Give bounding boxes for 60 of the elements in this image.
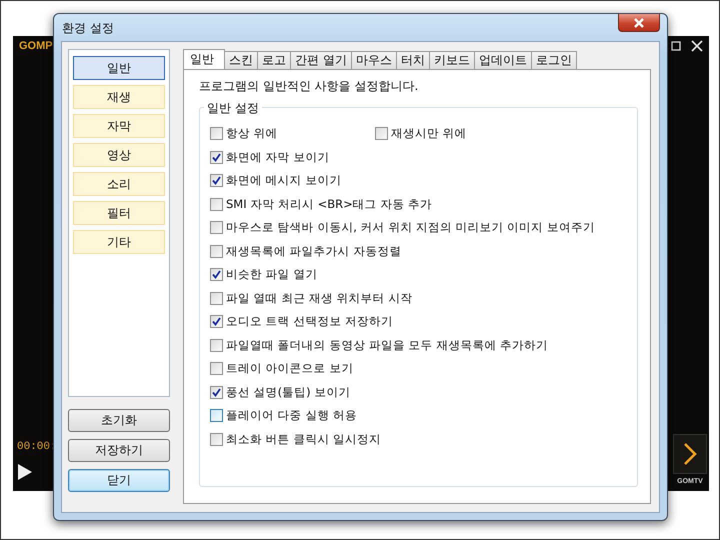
checkbox[interactable] <box>210 315 223 328</box>
time-display: 00:00: <box>17 441 57 453</box>
checkbox[interactable] <box>210 432 223 446</box>
chevron-right-icon[interactable] <box>683 442 697 466</box>
checkbox-label: 최소화 버튼 클릭시 일시정지 <box>226 432 381 447</box>
checkbox-label: 비슷한 파일 열기 <box>226 267 318 282</box>
checkbox-label: SMI 자막 처리시 <BR>태그 자동 추가 <box>226 196 432 212</box>
sidebar-item[interactable]: 기타 <box>73 230 165 254</box>
checkbox-label: 화면에 메시지 보이기 <box>226 173 342 188</box>
checkbox[interactable] <box>210 127 223 140</box>
checkbox[interactable] <box>210 198 223 211</box>
checkbox[interactable] <box>210 338 223 352</box>
checkbox[interactable] <box>210 174 223 188</box>
maximize-icon[interactable] <box>671 41 681 51</box>
tab[interactable]: 마우스 <box>350 51 397 69</box>
tab[interactable]: 터치 <box>396 51 430 69</box>
tab[interactable]: 스킨 <box>224 51 258 69</box>
window-title: 환경 설정 <box>62 20 114 37</box>
tab[interactable]: 일반 <box>183 49 225 69</box>
play-icon[interactable] <box>17 463 33 481</box>
checkbox[interactable] <box>210 221 223 234</box>
close-button[interactable] <box>618 14 660 32</box>
checkbox-label: 플레이어 다중 실행 허용 <box>226 408 357 424</box>
checkbox-label: 파일열때 폴더내의 동영상 파일을 모두 재생목록에 추가하기 <box>226 338 548 353</box>
checkbox-label: 오디오 트랙 선택정보 저장하기 <box>226 314 393 330</box>
push-button[interactable]: 초기화 <box>68 409 170 432</box>
checkbox[interactable] <box>210 362 223 376</box>
push-button[interactable]: 닫기 <box>68 469 170 492</box>
push-button[interactable]: 저장하기 <box>68 439 170 462</box>
checkbox-label: 화면에 자막 보이기 <box>226 150 330 165</box>
checkbox-label: 풍선 설명(툴팁) 보이기 <box>226 384 350 400</box>
checkbox-label: 파일 열때 최근 재생 위치부터 시작 <box>226 290 412 306</box>
checkbox[interactable] <box>210 409 223 422</box>
checkbox[interactable] <box>210 268 223 282</box>
sidebar-item[interactable]: 일반 <box>73 56 165 80</box>
sidebar-item[interactable]: 자막 <box>73 114 165 138</box>
tab[interactable]: 업데이트 <box>474 51 532 69</box>
checkbox[interactable] <box>375 127 388 140</box>
player-logo: GOMP <box>19 40 53 52</box>
checkbox-label: 항상 위에 <box>226 126 278 142</box>
sidebar-item[interactable]: 필터 <box>73 201 165 225</box>
checkbox[interactable] <box>210 386 223 399</box>
sidebar-item[interactable]: 영상 <box>73 143 165 167</box>
checkbox-label: 트레이 아이콘으로 보기 <box>226 361 354 376</box>
tab[interactable]: 간편 열기 <box>290 51 352 69</box>
next-button[interactable] <box>673 434 707 474</box>
checkbox[interactable] <box>210 292 223 305</box>
tab[interactable]: 키보드 <box>428 51 475 69</box>
tab[interactable]: 로그인 <box>530 51 577 69</box>
description-text: 프로그램의 일반적인 사항을 설정합니다. <box>199 78 420 95</box>
checkbox[interactable] <box>210 244 223 258</box>
sidebar-item[interactable]: 소리 <box>73 172 165 196</box>
checkbox-label: 재생시만 위에 <box>391 126 467 142</box>
checkbox[interactable] <box>210 150 223 164</box>
group-title: 일반 설정 <box>204 100 262 117</box>
sidebar-item[interactable]: 재생 <box>73 85 165 109</box>
checkbox-label: 재생목록에 파일추가시 자동정렬 <box>226 244 402 259</box>
close-icon[interactable] <box>691 40 703 52</box>
tab[interactable]: 로고 <box>257 51 291 69</box>
checkbox-label: 마우스로 탐색바 이동시, 커서 위치 지점의 미리보기 이미지 보여주기 <box>226 220 595 236</box>
